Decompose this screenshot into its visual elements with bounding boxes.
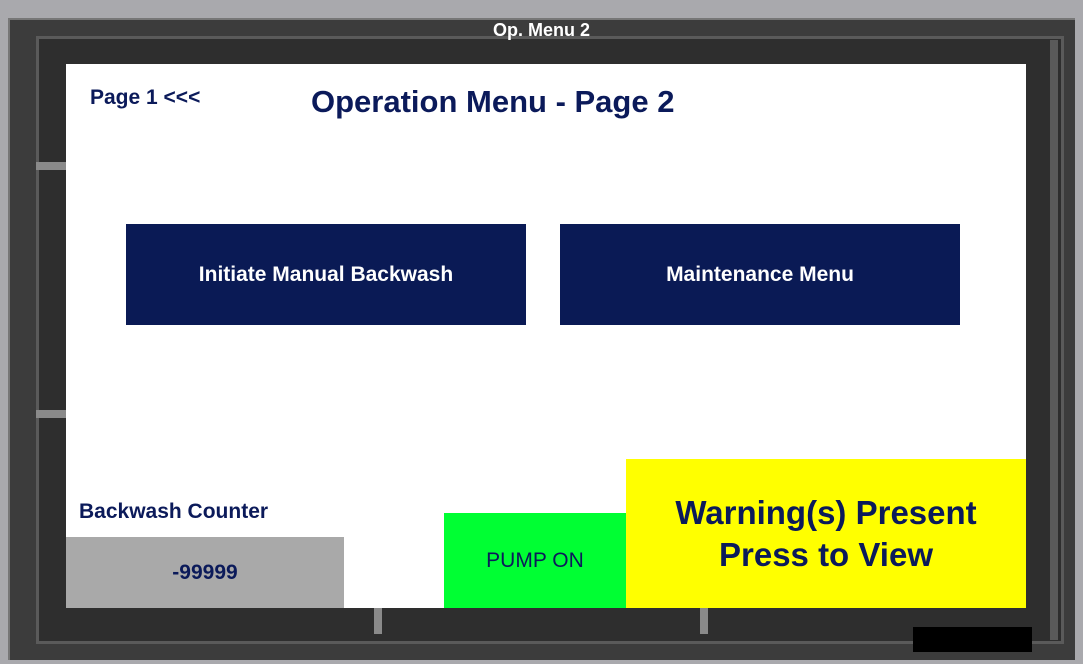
warning-line-1: Warning(s) Present bbox=[675, 493, 977, 531]
pump-status-indicator: PUMP ON bbox=[444, 513, 626, 608]
warning-button[interactable]: Warning(s) Present Press to View bbox=[626, 459, 1026, 608]
initiate-manual-backwash-label: Initiate Manual Backwash bbox=[198, 262, 454, 286]
bezel-right-rail bbox=[1050, 40, 1058, 640]
warning-line-2: Press to View bbox=[718, 535, 933, 573]
bezel-tick-bottom-2 bbox=[700, 608, 708, 634]
bezel-tick-bottom-1 bbox=[374, 608, 382, 634]
maintenance-menu-button[interactable]: Maintenance Menu bbox=[560, 224, 960, 325]
page-1-link[interactable]: Page 1 <<< bbox=[90, 86, 200, 110]
backwash-counter-display: -99999 bbox=[66, 537, 344, 608]
backwash-counter-value: -99999 bbox=[172, 560, 238, 584]
backwash-counter-label: Backwash Counter bbox=[79, 500, 269, 523]
maintenance-menu-label: Maintenance Menu bbox=[666, 262, 854, 286]
status-block bbox=[913, 627, 1032, 652]
window-title: Op. Menu 2 bbox=[492, 20, 590, 40]
bezel-tick-left-lower bbox=[36, 410, 66, 418]
bezel-tick-left-upper bbox=[36, 162, 66, 170]
page-title: Operation Menu - Page 2 bbox=[311, 84, 675, 119]
pump-status-label: PUMP ON bbox=[486, 548, 584, 572]
initiate-manual-backwash-button[interactable]: Initiate Manual Backwash bbox=[126, 224, 526, 325]
